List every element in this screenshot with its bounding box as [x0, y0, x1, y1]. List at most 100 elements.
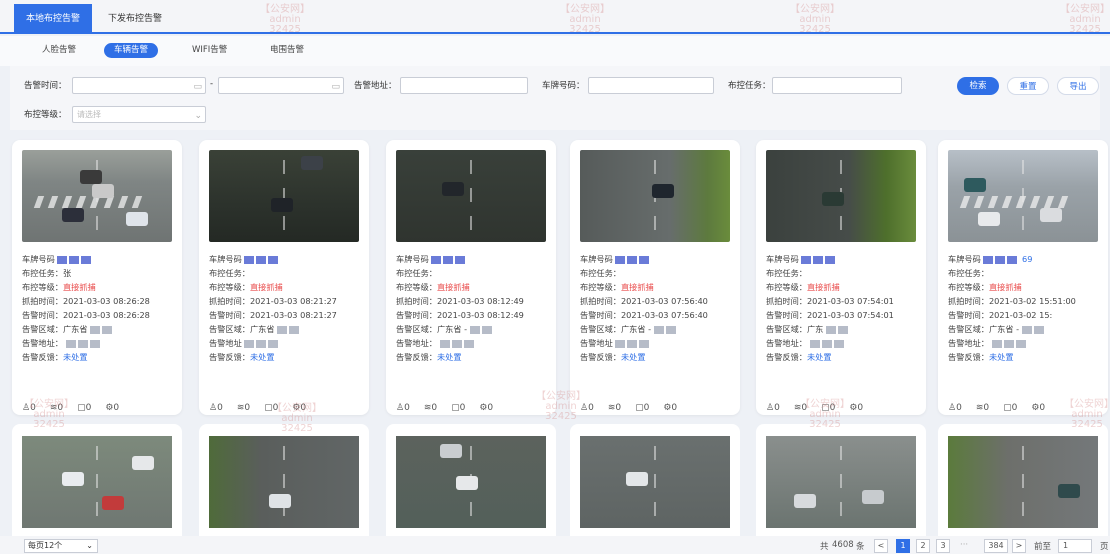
- level-select[interactable]: 请选择 ⌄: [72, 106, 206, 123]
- stat-item[interactable]: ▢0: [635, 403, 649, 417]
- stat-item[interactable]: ≋0: [237, 403, 250, 417]
- capture-image[interactable]: [209, 150, 359, 242]
- feedback-row: 告警反馈：未处置: [396, 350, 548, 364]
- next-page-button[interactable]: >: [1012, 539, 1026, 553]
- stat-item[interactable]: ♙0: [396, 403, 410, 417]
- stat-item[interactable]: ⚙0: [1031, 403, 1045, 417]
- stat-item[interactable]: ⚙0: [479, 403, 493, 417]
- alarm-card[interactable]: [12, 424, 182, 544]
- area-text: 告警区域：广东: [766, 324, 824, 334]
- person-icon: ♙: [209, 403, 218, 413]
- task-row: 布控任务：: [396, 268, 437, 278]
- masked-area: [1021, 325, 1032, 334]
- alarm-card[interactable]: [570, 424, 740, 544]
- alarm-card[interactable]: 车牌号码 布控任务： 布控等级：直接抓捕 抓拍时间：2021-03-03 07:…: [570, 140, 740, 415]
- alarm-info: 车牌号码 69 布控任务： 布控等级：直接抓捕 抓拍时间：2021-03-02 …: [948, 252, 1100, 364]
- stat-count: 0: [983, 403, 990, 413]
- search-button[interactable]: 检索: [957, 77, 999, 95]
- stat-item[interactable]: ≋0: [424, 403, 437, 417]
- tab-em-alarm[interactable]: 电围告警: [260, 43, 314, 58]
- plate-suffix: 69: [1021, 254, 1033, 264]
- stat-item[interactable]: ≋0: [608, 403, 621, 417]
- stat-item[interactable]: ⚙0: [105, 403, 119, 417]
- alarm-address-input[interactable]: [400, 77, 528, 94]
- plate-number-input[interactable]: [588, 77, 714, 94]
- address-text: 告警地址: [209, 338, 242, 348]
- alarm-area: 告警区域：广东: [766, 322, 918, 336]
- alarm-card[interactable]: 车牌号码 布控任务： 布控等级：直接抓捕 抓拍时间：2021-03-03 08:…: [199, 140, 369, 415]
- capture-image[interactable]: [948, 436, 1098, 528]
- tab-wifi-alarm[interactable]: WIFI告警: [182, 43, 237, 58]
- alarm-card[interactable]: [199, 424, 369, 544]
- level-value: 直接抓捕: [620, 282, 654, 292]
- area-text: 告警区域：广东省 -: [396, 324, 468, 334]
- alarm-card[interactable]: 车牌号码 布控任务： 布控等级：直接抓捕 抓拍时间：2021-03-03 08:…: [386, 140, 556, 415]
- alarm-address: 告警地址：: [22, 336, 174, 350]
- level-placeholder: 请选择: [77, 110, 101, 119]
- capture-image[interactable]: [766, 436, 916, 528]
- feedback-value: 未处置: [436, 352, 462, 362]
- capture-image[interactable]: [766, 150, 916, 242]
- capture-image[interactable]: [396, 436, 546, 528]
- stat-item[interactable]: ▢0: [451, 403, 465, 417]
- task-input[interactable]: [772, 77, 902, 94]
- export-button[interactable]: 导出: [1057, 77, 1099, 95]
- alarm-end-time-input[interactable]: ▭: [218, 77, 344, 94]
- alarm-start-time-input[interactable]: ▭: [72, 77, 206, 94]
- feedback-value: 未处置: [988, 352, 1014, 362]
- masked-address: [244, 339, 255, 348]
- stat-item[interactable]: ♙0: [766, 403, 780, 417]
- stat-count: 0: [217, 403, 223, 413]
- page-384[interactable]: 384: [984, 539, 1008, 553]
- level-label: 布控等级：: [948, 282, 989, 292]
- tab-vehicle-alarm[interactable]: 车辆告警: [104, 43, 159, 58]
- prev-page-button[interactable]: <: [874, 539, 888, 553]
- tab-issued-alarm[interactable]: 下发布控告警: [96, 4, 174, 34]
- capture-image[interactable]: [580, 436, 730, 528]
- capture-image[interactable]: [209, 436, 359, 528]
- capture-image[interactable]: [948, 150, 1098, 242]
- stat-item[interactable]: ▢0: [1003, 403, 1017, 417]
- stat-item[interactable]: ♙0: [209, 403, 223, 417]
- alarm-area: 告警区域：广东省 -: [580, 322, 732, 336]
- level-value: 直接抓捕: [436, 282, 470, 292]
- masked-plate: [825, 255, 836, 264]
- stat-count: 0: [459, 403, 466, 413]
- page-size-select[interactable]: 每页12个 ⌄: [24, 539, 98, 553]
- alarm-card[interactable]: 车牌号码 布控任务：张 布控等级：直接抓捕 抓拍时间：2021-03-03 08…: [12, 140, 182, 415]
- alarm-card[interactable]: [756, 424, 926, 544]
- alarm-card[interactable]: [386, 424, 556, 544]
- plate-label: 车牌号码: [580, 254, 613, 264]
- tab-local-alarm[interactable]: 本地布控告警: [14, 4, 93, 34]
- page-3[interactable]: 3: [936, 539, 950, 553]
- phone-icon: ▢: [635, 403, 644, 413]
- stat-count: 0: [85, 403, 92, 413]
- page-2[interactable]: 2: [916, 539, 930, 553]
- masked-address: [77, 339, 88, 348]
- capture-image[interactable]: [22, 436, 172, 528]
- alarm-card[interactable]: [938, 424, 1108, 544]
- level-value: 直接抓捕: [806, 282, 840, 292]
- stat-item[interactable]: ▢0: [77, 403, 91, 417]
- capture-photo: [580, 150, 730, 242]
- page-1[interactable]: 1: [896, 539, 910, 553]
- reset-button[interactable]: 重置: [1007, 77, 1049, 95]
- tab-face-alarm[interactable]: 人脸告警: [32, 43, 86, 58]
- stat-item[interactable]: ⚙0: [849, 403, 863, 417]
- alarm-info: 车牌号码 布控任务： 布控等级：直接抓捕 抓拍时间：2021-03-03 07:…: [580, 252, 732, 364]
- capture-image[interactable]: [22, 150, 172, 242]
- level-row: 布控等级：直接抓捕: [22, 280, 174, 294]
- goto-page-input[interactable]: 1: [1058, 539, 1092, 553]
- alarm-time: 告警时间：2021-03-02 15:: [948, 310, 1053, 320]
- sub-tab-bar: 人脸告警 车辆告警 WIFI告警 电围告警: [0, 36, 1110, 66]
- stat-item[interactable]: ⚙0: [663, 403, 677, 417]
- stat-item[interactable]: ♙0: [948, 403, 962, 417]
- stat-item[interactable]: ≋0: [976, 403, 989, 417]
- alarm-card[interactable]: 车牌号码 69 布控任务： 布控等级：直接抓捕 抓拍时间：2021-03-02 …: [938, 140, 1108, 415]
- masked-plate: [443, 255, 454, 264]
- alarm-card[interactable]: 车牌号码 布控任务： 布控等级：直接抓捕 抓拍时间：2021-03-03 07:…: [756, 140, 926, 415]
- alarm-time: 告警时间：2021-03-03 07:54:01: [766, 310, 894, 320]
- capture-image[interactable]: [580, 150, 730, 242]
- capture-image[interactable]: [396, 150, 546, 242]
- masked-plate: [615, 255, 626, 264]
